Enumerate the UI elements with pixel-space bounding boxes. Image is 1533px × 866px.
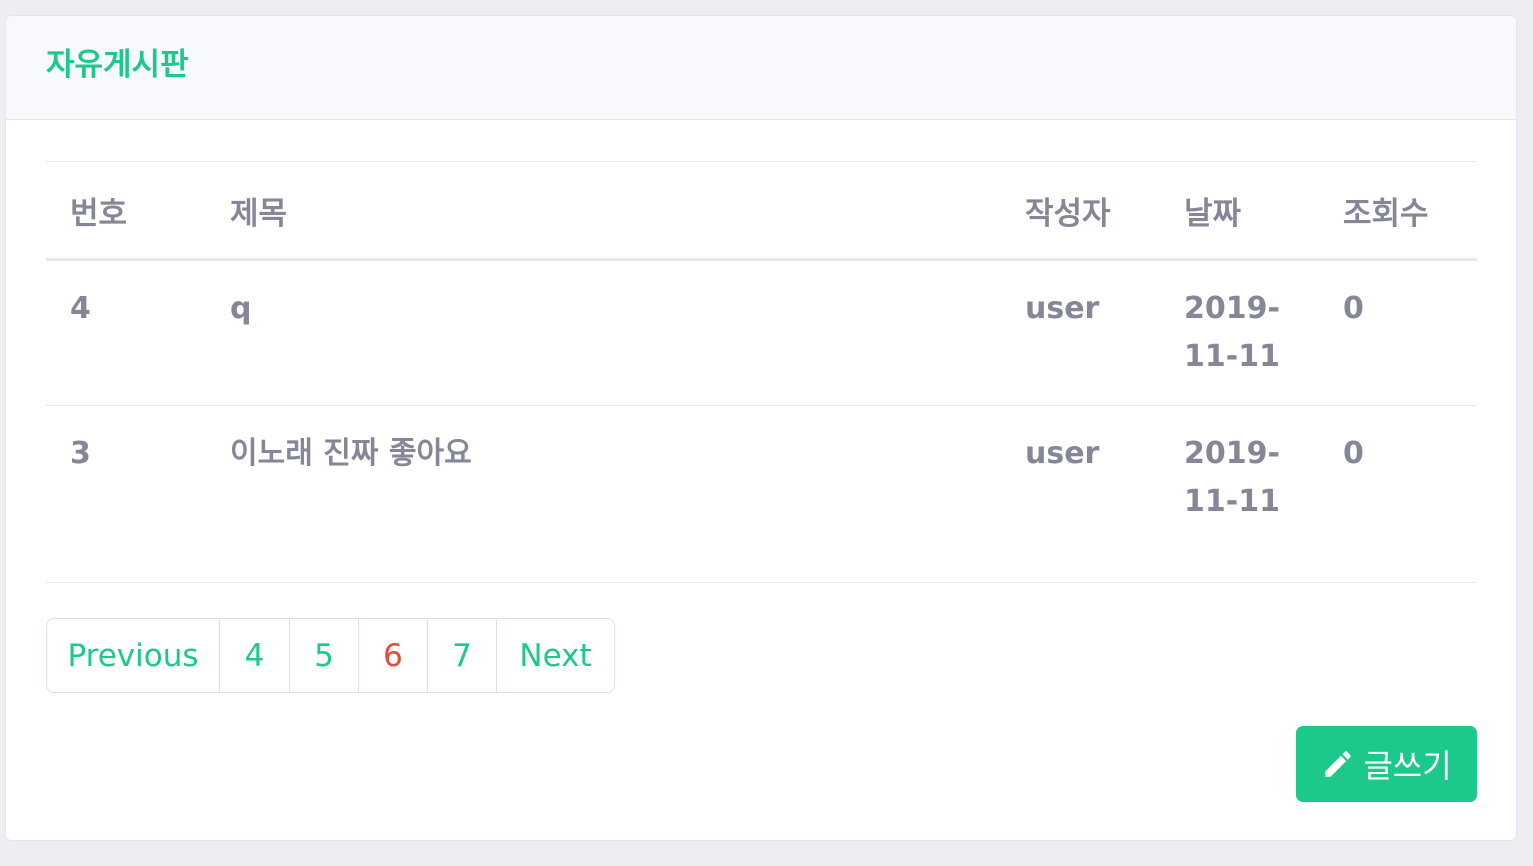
board-table: 번호 제목 작성자 날짜 조회수 4 q user 2019-11-11 0 3… <box>46 161 1477 583</box>
column-header-author: 작성자 <box>1025 195 1111 232</box>
post-date: 2019-11-11 <box>1160 260 1319 406</box>
post-title-link[interactable]: q <box>206 260 1001 406</box>
table-header-row: 번호 제목 작성자 날짜 조회수 <box>46 161 1477 260</box>
pagination: Previous 4 5 6 7 Next <box>46 618 615 693</box>
write-button-label: 글쓰기 <box>1363 747 1452 785</box>
post-date-text: 2019-11-11 <box>1184 436 1280 519</box>
table-row[interactable]: 4 q user 2019-11-11 0 <box>46 260 1477 406</box>
page-5-link[interactable]: 5 <box>290 619 359 692</box>
post-author: user <box>1025 436 1100 471</box>
column-header-date: 날짜 <box>1184 195 1242 232</box>
post-title-link[interactable]: 이노래 진짜 좋아요 <box>206 406 1001 583</box>
column-header-number: 번호 <box>70 195 128 232</box>
post-number: 3 <box>70 436 91 471</box>
page-4-link[interactable]: 4 <box>220 619 290 692</box>
page-title: 자유게시판 <box>46 47 189 83</box>
post-date: 2019-11-11 <box>1160 406 1319 583</box>
post-date-text: 2019-11-11 <box>1184 291 1280 374</box>
table-row[interactable]: 3 이노래 진짜 좋아요 user 2019-11-11 0 <box>46 406 1477 583</box>
page-previous-button[interactable]: Previous <box>47 619 220 692</box>
page-next-button[interactable]: Next <box>497 619 614 692</box>
post-number: 4 <box>70 291 91 326</box>
write-button[interactable]: 글쓰기 <box>1296 726 1477 802</box>
column-header-views: 조회수 <box>1343 195 1429 232</box>
pencil-icon <box>1325 751 1352 777</box>
post-views: 0 <box>1343 291 1364 326</box>
page-7-link[interactable]: 7 <box>428 619 497 692</box>
page-6-current[interactable]: 6 <box>359 619 428 692</box>
board-card: 자유게시판 번호 제목 작성자 날짜 조회수 4 q user 2019-11-… <box>5 15 1517 841</box>
post-views: 0 <box>1343 436 1364 471</box>
post-author: user <box>1025 291 1100 326</box>
card-header: 자유게시판 <box>6 16 1516 120</box>
column-header-title: 제목 <box>230 195 288 232</box>
